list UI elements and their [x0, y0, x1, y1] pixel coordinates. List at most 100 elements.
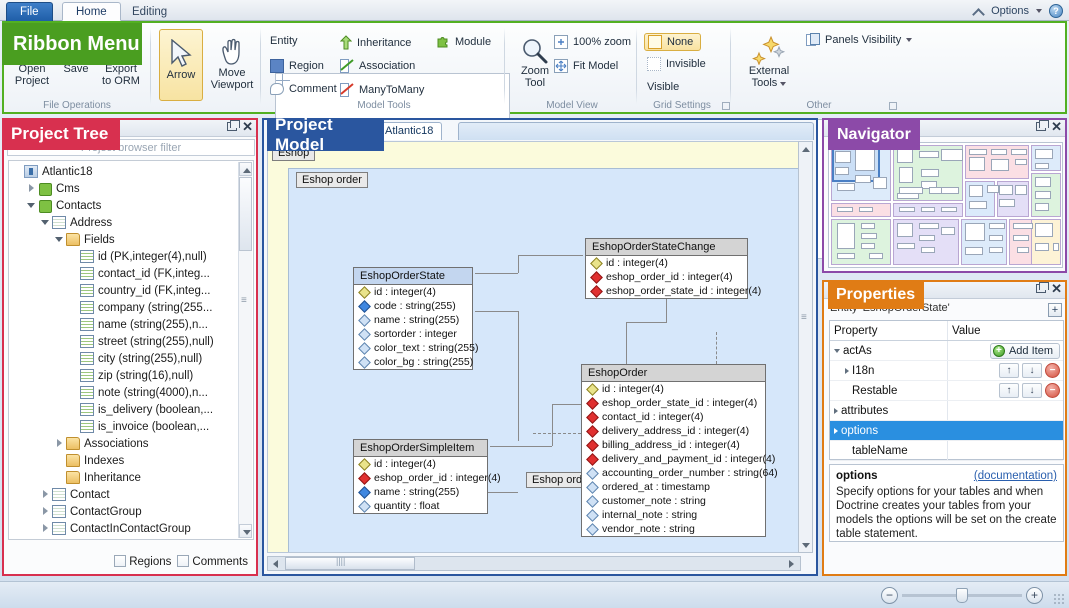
scroll-right-icon[interactable]: [785, 557, 800, 570]
entity-box[interactable]: EshopOrderStateid : integer(4)code : str…: [353, 267, 473, 370]
region-label-eshop-order[interactable]: Eshop order: [296, 172, 368, 188]
entity-title[interactable]: EshopOrder: [582, 365, 765, 382]
entity-box[interactable]: EshopOrderid : integer(4)eshop_order_sta…: [581, 364, 766, 537]
property-name-cell[interactable]: options: [830, 421, 948, 440]
property-name-cell[interactable]: tableName: [830, 441, 948, 460]
navigator-minimap[interactable]: [828, 142, 1063, 268]
close-icon[interactable]: ✕: [242, 121, 253, 132]
zoom-slider-track[interactable]: [902, 594, 1022, 597]
property-value-cell[interactable]: ↑↓−: [948, 381, 1063, 400]
tree-node[interactable]: ContactInContactGroup: [11, 520, 253, 537]
export-to-orm-button[interactable]: Export to ORM: [98, 63, 144, 87]
remove-button[interactable]: −: [1045, 363, 1060, 378]
tree-node[interactable]: Cms: [11, 180, 253, 197]
zoom-slider-thumb[interactable]: [956, 588, 968, 603]
tool-entity[interactable]: Entity: [270, 35, 298, 47]
entity-box[interactable]: EshopOrderStateChangeid : integer(4)esho…: [585, 238, 748, 299]
tree-node[interactable]: ContactGroup: [11, 503, 253, 520]
options-menu-label[interactable]: Options: [991, 5, 1029, 17]
tool-manytomany[interactable]: ManyToMany: [340, 83, 424, 97]
close-icon[interactable]: ✕: [1051, 283, 1062, 294]
move-down-button[interactable]: ↓: [1022, 363, 1042, 378]
property-value-cell[interactable]: [948, 441, 1063, 460]
property-name-cell[interactable]: I18n: [830, 361, 948, 380]
tree-twisty-icon[interactable]: [25, 199, 38, 212]
tree-node[interactable]: company (string(255...: [11, 299, 253, 316]
tree-twisty-icon[interactable]: [53, 233, 66, 246]
tree-node[interactable]: Address: [11, 214, 253, 231]
property-name-cell[interactable]: attributes: [830, 401, 948, 420]
tree-node[interactable]: zip (string(16),null): [11, 367, 253, 384]
tool-region[interactable]: Region: [270, 59, 324, 73]
entity-field-row[interactable]: id : integer(4): [582, 382, 765, 396]
entity-field-row[interactable]: eshop_order_id : integer(4): [354, 471, 487, 485]
zoom-out-button[interactable]: −: [881, 587, 898, 604]
entity-field-row[interactable]: color_text : string(255): [354, 341, 472, 355]
grid-settings-dialog-launcher[interactable]: [722, 102, 730, 110]
open-project-button[interactable]: Open Project: [12, 63, 52, 87]
restore-icon[interactable]: [1036, 122, 1046, 131]
move-up-button[interactable]: ↑: [999, 383, 1019, 398]
property-row[interactable]: Restable↑↓−: [830, 381, 1063, 401]
entity-field-row[interactable]: billing_address_id : integer(4): [582, 438, 765, 452]
grid-none-button[interactable]: None: [644, 33, 701, 51]
tool-inheritance[interactable]: Inheritance: [340, 35, 411, 50]
entity-field-row[interactable]: code : string(255): [354, 299, 472, 313]
property-row[interactable]: tableName: [830, 441, 1063, 461]
entity-field-row[interactable]: contact_id : integer(4): [582, 410, 765, 424]
scroll-up-icon[interactable]: [239, 162, 252, 176]
zoom-tool-button[interactable]: Zoom Tool: [513, 29, 557, 101]
tree-node[interactable]: country_id (FK,integ...: [11, 282, 253, 299]
entity-title[interactable]: EshopOrderState: [354, 268, 472, 285]
entity-field-row[interactable]: color_bg : string(255): [354, 355, 472, 369]
tree-node[interactable]: id (PK,integer(4),null): [11, 248, 253, 265]
entity-field-row[interactable]: ordered_at : timestamp: [582, 480, 765, 494]
tree-node[interactable]: contact_id (FK,integ...: [11, 265, 253, 282]
resize-grip-icon[interactable]: [1053, 593, 1065, 605]
tool-association[interactable]: Association: [340, 59, 415, 73]
tool-comment[interactable]: Comment: [270, 83, 337, 95]
entity-title[interactable]: EshopOrderSimpleItem: [354, 440, 487, 457]
grid-visible-button[interactable]: Visible: [647, 81, 679, 93]
scroll-thumb[interactable]: [239, 177, 252, 251]
canvas-vertical-scrollbar[interactable]: ≡: [798, 141, 813, 553]
zoom-in-button[interactable]: +: [1026, 587, 1043, 604]
tool-module[interactable]: Module: [436, 35, 491, 49]
property-name-cell[interactable]: actAs: [830, 341, 948, 360]
move-viewport-button[interactable]: Move Viewport: [208, 29, 256, 101]
tree-twisty-icon[interactable]: [39, 216, 52, 229]
entity-field-row[interactable]: id : integer(4): [354, 457, 487, 471]
properties-grid[interactable]: Property Value actAs+Add ItemI18n↑↓−Rest…: [829, 320, 1064, 460]
scroll-up-icon[interactable]: [799, 142, 812, 156]
entity-field-row[interactable]: quantity : float: [354, 499, 487, 513]
arrow-tool-button[interactable]: Arrow: [159, 29, 203, 101]
tree-node[interactable]: Associations: [11, 435, 253, 452]
panels-visibility-button[interactable]: Panels Visibility: [806, 33, 912, 47]
entity-field-row[interactable]: id : integer(4): [586, 256, 747, 270]
tree-node[interactable]: Inheritance: [11, 469, 253, 486]
entity-field-row[interactable]: eshop_order_id : integer(4): [586, 270, 747, 284]
tree-node[interactable]: Contact: [11, 486, 253, 503]
comments-checkbox[interactable]: Comments: [177, 555, 248, 568]
property-twisty-icon[interactable]: [834, 408, 838, 414]
move-down-button[interactable]: ↓: [1022, 383, 1042, 398]
documentation-link[interactable]: (documentation): [974, 470, 1057, 482]
properties-expand-button[interactable]: +: [1048, 303, 1062, 317]
tree-twisty-icon[interactable]: [39, 522, 52, 535]
property-value-cell[interactable]: [948, 421, 1063, 440]
tab-file[interactable]: File: [6, 2, 53, 21]
tree-node[interactable]: Contacts: [11, 197, 253, 214]
regions-checkbox[interactable]: Regions: [114, 555, 171, 568]
tree-node[interactable]: city (string(255),null): [11, 350, 253, 367]
entity-field-row[interactable]: customer_note : string: [582, 494, 765, 508]
property-value-cell[interactable]: +Add Item: [948, 341, 1063, 360]
entity-field-row[interactable]: name : string(255): [354, 313, 472, 327]
entity-field-row[interactable]: delivery_address_id : integer(4): [582, 424, 765, 438]
move-up-button[interactable]: ↑: [999, 363, 1019, 378]
tab-home[interactable]: Home: [62, 2, 121, 21]
entity-field-row[interactable]: eshop_order_state_id : integer(4): [586, 284, 747, 298]
entity-field-row[interactable]: name : string(255): [354, 485, 487, 499]
tree-twisty-icon[interactable]: [25, 182, 38, 195]
tree-node[interactable]: is_delivery (boolean,...: [11, 401, 253, 418]
external-tools-chevron-down-icon[interactable]: [780, 82, 786, 86]
